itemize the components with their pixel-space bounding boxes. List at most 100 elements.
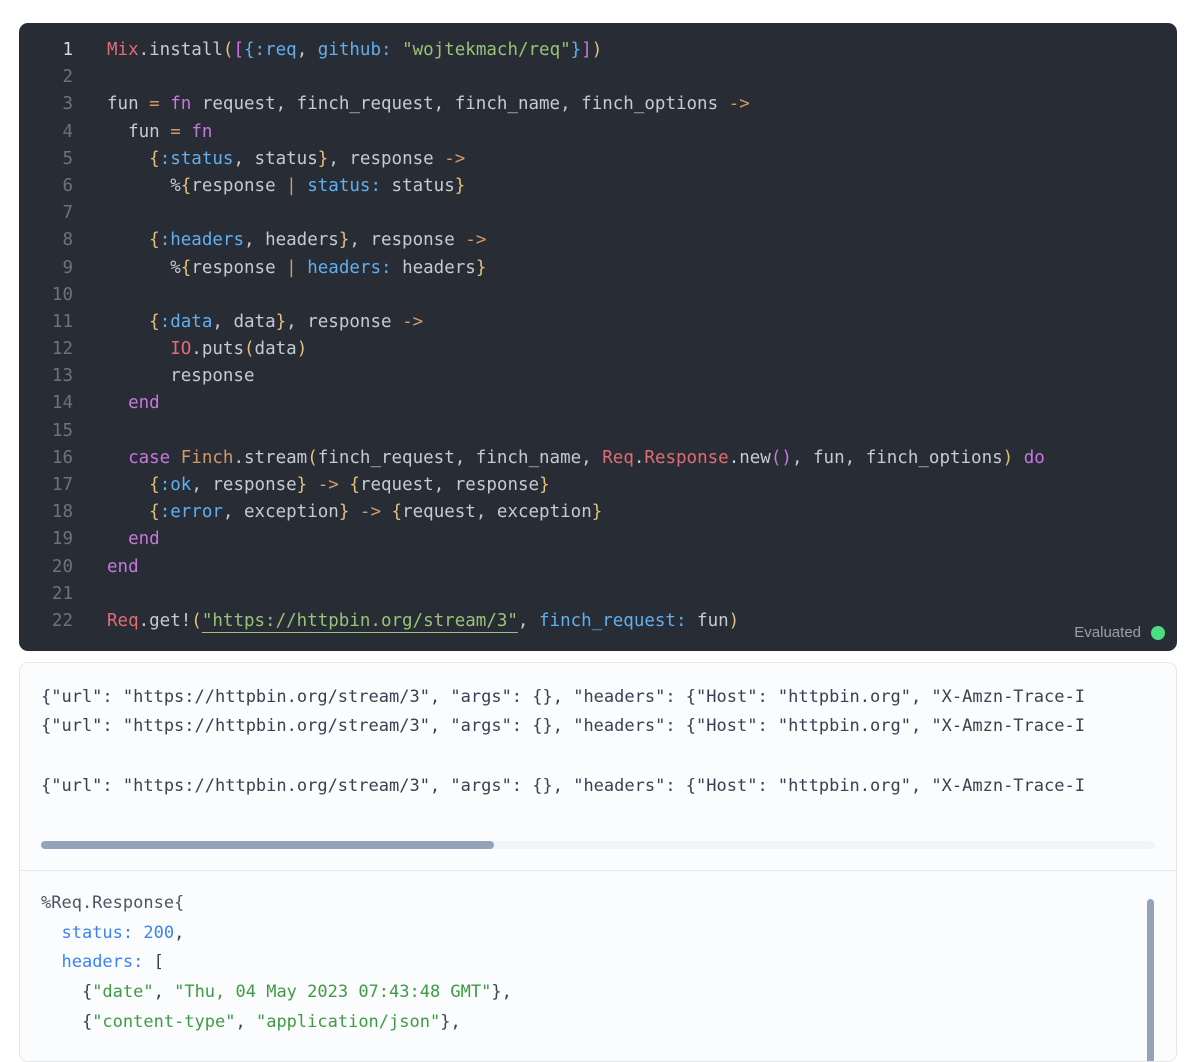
cell-output: {"url": "https://httpbin.org/stream/3", … — [19, 662, 1177, 1062]
code-text: end — [107, 554, 139, 581]
code-line[interactable]: 19 end — [19, 526, 1177, 553]
code-text: {:error, exception} -> {request, excepti… — [107, 499, 602, 526]
code-token: :headers — [159, 230, 244, 251]
code-token: headers — [391, 257, 476, 278]
line-number: 1 — [62, 40, 73, 60]
code-line[interactable]: 2 — [19, 64, 1177, 91]
code-token: status: — [307, 175, 381, 196]
code-token: response — [191, 175, 287, 196]
code-token: do — [1023, 447, 1045, 468]
code-line[interactable]: 16 case Finch.stream(finch_request, finc… — [19, 445, 1177, 472]
code-token: end — [107, 529, 160, 550]
code-text: response — [107, 363, 254, 390]
line-number: 10 — [51, 284, 73, 305]
code-line[interactable]: 5 {:status, status}, response -> — [19, 146, 1177, 173]
code-token: end — [107, 393, 160, 414]
code-token: -> — [359, 502, 381, 523]
result-token: }, — [491, 982, 512, 1003]
stream-output[interactable]: {"url": "https://httpbin.org/stream/3", … — [20, 663, 1176, 871]
code-token: ( — [307, 447, 318, 468]
result-token: { — [41, 982, 93, 1003]
result-token: %Req.Response{ — [41, 893, 185, 913]
code-line[interactable]: 17 {:ok, response} -> {request, response… — [19, 472, 1177, 499]
code-line[interactable]: 15 — [19, 418, 1177, 445]
line-number: 5 — [62, 148, 73, 169]
code-token: , fun, finch_options — [791, 447, 1003, 468]
result-token: }, — [440, 1011, 461, 1032]
code-token: fun — [686, 610, 729, 631]
code-line[interactable]: 7 — [19, 200, 1177, 227]
code-token: :error — [159, 502, 223, 523]
code-token: -> — [402, 311, 424, 332]
code-token: } — [591, 502, 603, 523]
code-line[interactable]: 1 Mix.install([{:req, github: "wojtekmach… — [19, 37, 1177, 64]
code-line[interactable]: 6 %{response | status: status} — [19, 173, 1177, 200]
code-line[interactable]: 20 end — [19, 554, 1177, 581]
code-token: { — [149, 311, 160, 332]
horizontal-scrollbar[interactable] — [41, 841, 1155, 849]
code-token: } — [475, 257, 487, 278]
line-number: 4 — [62, 121, 73, 142]
code-line[interactable]: 12 IO.puts(data) — [19, 336, 1177, 363]
code-text: %{response | status: status} — [107, 173, 465, 200]
code-line[interactable]: 11 {:data, data}, response -> — [19, 309, 1177, 336]
evaluation-status: Evaluated — [1074, 624, 1165, 641]
result-token: , — [235, 1011, 256, 1032]
line-number: 17 — [51, 475, 73, 495]
code-token: ( — [222, 40, 234, 60]
code-token: request, response — [359, 475, 540, 495]
code-editor[interactable]: 1 Mix.install([{:req, github: "wojtekmach… — [19, 37, 1177, 635]
result-token: "date" — [92, 982, 154, 1003]
result-output[interactable]: %Req.Response{ status: 200, headers: [ {… — [20, 871, 1176, 1061]
result-value: %Req.Response{ status: 200, headers: [ {… — [20, 889, 1176, 1038]
code-line[interactable]: 8 {:headers, headers}, response -> — [19, 227, 1177, 254]
code-line[interactable]: 10 — [19, 282, 1177, 309]
code-token: .puts — [191, 339, 244, 360]
result-line: %Req.Response{ — [20, 889, 1176, 919]
code-token: , — [296, 40, 318, 60]
code-token: -> — [728, 94, 750, 115]
code-text: Mix.install([{:req, github: "wojtekmach/… — [107, 37, 602, 64]
code-token: = — [149, 94, 160, 115]
code-token: , response — [349, 230, 466, 251]
code-line[interactable]: 21 — [19, 581, 1177, 608]
horizontal-scrollbar-thumb[interactable] — [41, 841, 494, 849]
code-line[interactable]: 9 %{response | headers: headers} — [19, 255, 1177, 282]
result-token: , — [174, 922, 185, 943]
code-line[interactable]: 22 Req.get!("https://httpbin.org/stream/3… — [19, 608, 1177, 635]
code-line[interactable]: 13 response — [19, 363, 1177, 390]
code-token: , status — [233, 148, 318, 169]
code-token: "https://httpbin.org/stream/3" — [201, 610, 518, 631]
line-number: 21 — [51, 583, 73, 604]
line-number: 3 — [62, 94, 73, 115]
code-line[interactable]: 3 fun = fn request, finch_request, finch_… — [19, 91, 1177, 118]
code-line[interactable]: 14 end — [19, 390, 1177, 417]
code-token: ( — [243, 339, 255, 360]
code-token: Finch — [180, 447, 234, 468]
code-text: end — [107, 390, 160, 417]
code-text: Req.get!("https://httpbin.org/stream/3",… — [107, 608, 739, 635]
code-token: { — [244, 40, 255, 60]
code-token: :ok — [159, 475, 192, 495]
code-line[interactable]: 18 {:error, exception} -> {request, exce… — [19, 499, 1177, 526]
code-token: request, exception — [402, 502, 592, 523]
result-token: "application/json" — [255, 1011, 441, 1032]
vertical-scrollbar-thumb[interactable] — [1147, 899, 1154, 1061]
code-text: end — [107, 526, 160, 553]
code-token: .stream — [233, 447, 308, 468]
code-token: % — [107, 175, 181, 196]
code-token: , response — [191, 475, 297, 495]
code-token: , exception — [222, 502, 339, 523]
code-line[interactable]: 4 fun = fn — [19, 119, 1177, 146]
code-token: { — [180, 175, 192, 196]
code-cell[interactable]: 1 Mix.install([{:req, github: "wojtekmach… — [19, 23, 1177, 651]
line-number: 19 — [51, 529, 73, 550]
